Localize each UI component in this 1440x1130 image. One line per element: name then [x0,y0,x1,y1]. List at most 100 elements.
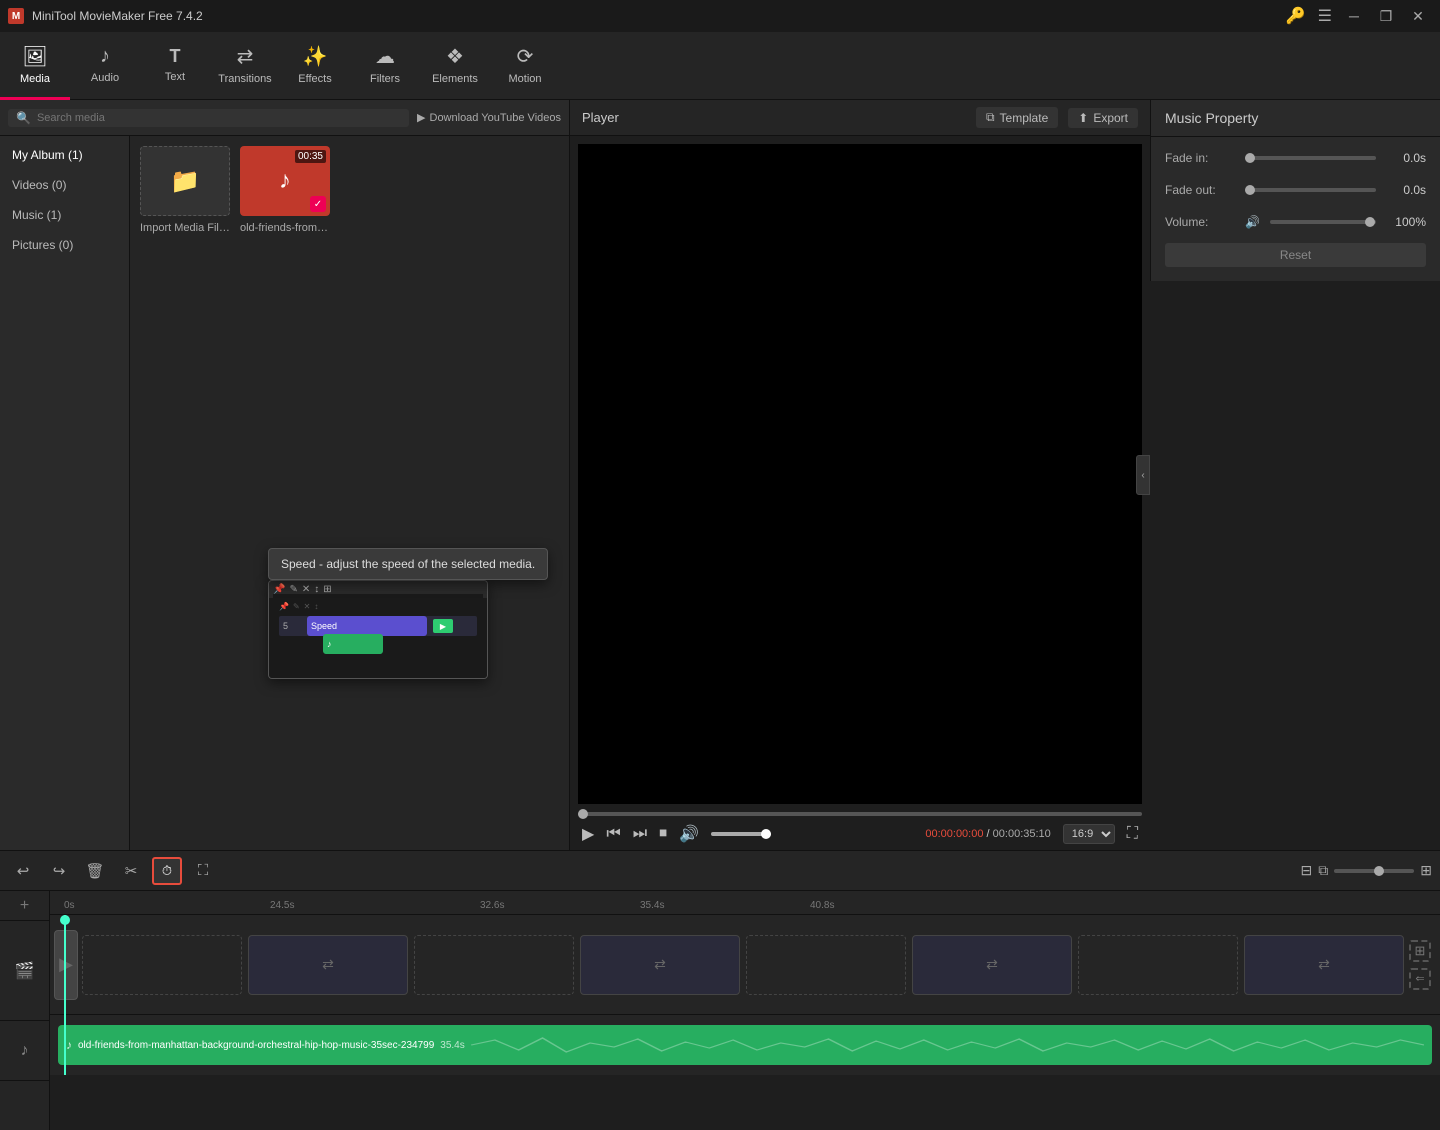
import-thumb[interactable]: 📁 [140,146,230,216]
minimize-button[interactable]: ─ [1340,2,1368,30]
timeline-content: + 🎬 ♪ 0s 24.5s 32.6s 35.4s 40.8s [0,891,1440,1130]
repeat-icon-4: ⇄ [1318,956,1330,973]
music-note-icon: ♪ [279,167,291,195]
key-icon[interactable]: 🔑 [1286,6,1306,26]
add-track-icon[interactable]: + [20,897,29,915]
fade-in-row: Fade in: 0.0s [1165,151,1426,165]
volume-prop-slider[interactable] [1270,220,1376,224]
video-clip-repeat-3[interactable]: ⇄ [912,935,1072,995]
sidebar-item-myalbum[interactable]: My Album (1) [0,140,129,170]
cut-button[interactable]: ✂ [116,857,146,885]
aspect-ratio-select[interactable]: 16:9 9:16 1:1 4:3 [1063,824,1115,844]
sp-green-label: ♪ [327,639,332,649]
tooltip-text: Speed - adjust the speed of the selected… [281,557,535,571]
toolbar-item-audio[interactable]: ♪ Audio [70,32,140,100]
titlebar: M MiniTool MovieMaker Free 7.4.2 🔑 ☰ ─ ❐… [0,0,1440,32]
window-controls: ─ ❐ ✕ [1340,2,1432,30]
fade-out-row: Fade out: 0.0s [1165,183,1426,197]
close-button[interactable]: ✕ [1404,2,1432,30]
sp-play-button[interactable]: ▶ [433,619,453,633]
sidebar-item-music[interactable]: Music (1) [0,200,129,230]
template-button[interactable]: ⧉ Template [976,107,1058,128]
volume-prop-label: Volume: [1165,215,1235,229]
fade-out-slider[interactable] [1245,188,1376,192]
toolbar-label-elements: Elements [432,73,478,85]
import-label: Import Media Files [140,222,230,234]
volume-prop-thumb [1365,217,1375,227]
left-inner: My Album (1) Videos (0) Music (1) Pictur… [0,136,569,850]
video-clip-repeat-1[interactable]: ⇄ [248,935,408,995]
toolbar-item-motion[interactable]: ⟳ Motion [490,32,560,100]
search-bar[interactable]: 🔍 [8,109,409,127]
playhead[interactable] [64,915,66,1075]
fade-in-thumb [1245,153,1255,163]
repeat-icon-2: ⇄ [654,956,666,973]
export-button[interactable]: ⬆ Export [1068,108,1138,128]
yt-download-button[interactable]: ▶ Download YouTube Videos [417,111,561,124]
redo-button[interactable]: ↪ [44,857,74,885]
sp-blue-label: Speed [311,621,337,631]
text-icon: T [170,46,181,67]
seek-thumb[interactable] [578,809,588,819]
fade-out-value: 0.0s [1386,183,1426,197]
restore-button[interactable]: ❐ [1372,2,1400,30]
player-actions: ⧉ Template ⬆ Export [976,107,1138,128]
toolbar-item-media[interactable]: 🖼 Media [0,32,70,100]
volume-row: Volume: 🔊 100% [1165,215,1426,229]
time-current: 00:00:00:00 [925,828,983,840]
zoom-in-icon[interactable]: ⊞ [1420,862,1432,879]
skip-forward-button[interactable]: ⏭ [633,825,647,843]
import-media-item[interactable]: 📁 Import Media Files [140,146,230,234]
seek-bar[interactable] [578,812,1142,816]
sp-ruler: 📌 ✎ ✕ ↕ [279,600,477,612]
music-media-item[interactable]: ♪ 00:35 ✓ old-friends-from-ma... [240,146,330,234]
music-thumb[interactable]: ♪ 00:35 ✓ [240,146,330,216]
template-label: Template [1000,111,1049,125]
toolbar-item-filters[interactable]: ☁ Filters [350,32,420,100]
zoom-slider[interactable] [1334,869,1414,873]
add-clip-button[interactable]: ⊞ [1409,940,1431,962]
search-input[interactable] [37,112,401,124]
zoom-out-icon[interactable]: ⊟ [1301,862,1313,879]
split-button[interactable]: ⇐ [1409,968,1431,990]
right-panel: Music Property Fade in: 0.0s Fade out: [1150,100,1440,281]
crop-button[interactable]: ⛶ [188,857,218,885]
media-sidebar: My Album (1) Videos (0) Music (1) Pictur… [0,136,130,850]
video-clip-1[interactable]: ▶ [54,930,78,1000]
video-area [578,144,1142,804]
volume-icon[interactable]: 🔊 [679,824,699,844]
volume-slider[interactable] [711,832,771,836]
fade-in-slider[interactable] [1245,156,1376,160]
fullscreen-button[interactable]: ⛶ [1127,825,1138,843]
video-clips-container: ▶ ⇄ ⇄ ⇄ [54,915,1406,1014]
play-button[interactable]: ▶ [582,824,594,844]
sidebar-item-videos[interactable]: Videos (0) [0,170,129,200]
undo-button[interactable]: ↩ [8,857,38,885]
sp-blue-track[interactable]: Speed [307,616,427,636]
player-controls: ▶ ⏮ ⏭ ⏹ 🔊 00:00:00:00 / 00:00:35:10 16:9… [578,824,1142,844]
toolbar-item-effects[interactable]: ✨ Effects [280,32,350,100]
skip-back-button[interactable]: ⏮ [606,825,620,843]
audio-clip[interactable]: ♪ old-friends-from-manhattan-background-… [58,1025,1432,1065]
toolbar-item-transitions[interactable]: ⇄ Transitions [210,32,280,100]
sp-track-num: 5 [283,621,303,631]
sp-green-track[interactable]: ♪ [323,634,383,654]
speed-tooltip: Speed - adjust the speed of the selected… [268,548,548,580]
yt-icon: ▶ [417,111,425,124]
ruler-mark-24: 24.5s [270,900,294,911]
video-clip-repeat-2[interactable]: ⇄ [580,935,740,995]
speed-button[interactable]: ⏱ [152,857,182,885]
stop-button[interactable]: ⏹ [659,825,667,843]
delete-button[interactable]: 🗑 [80,857,110,885]
video-clip-repeat-4[interactable]: ⇄ [1244,935,1404,995]
reset-button[interactable]: Reset [1165,243,1426,267]
collapse-button[interactable]: ‹ [1136,455,1150,495]
toolbar-item-elements[interactable]: ❖ Elements [420,32,490,100]
toolbar-item-text[interactable]: T Text [140,32,210,100]
fade-in-value: 0.0s [1386,151,1426,165]
volume-thumb [761,829,771,839]
menu-icon[interactable]: ☰ [1318,6,1332,26]
sidebar-item-pictures[interactable]: Pictures (0) [0,230,129,260]
ruler-mark-40: 40.8s [810,900,834,911]
ruler-label-area: + [0,891,49,921]
